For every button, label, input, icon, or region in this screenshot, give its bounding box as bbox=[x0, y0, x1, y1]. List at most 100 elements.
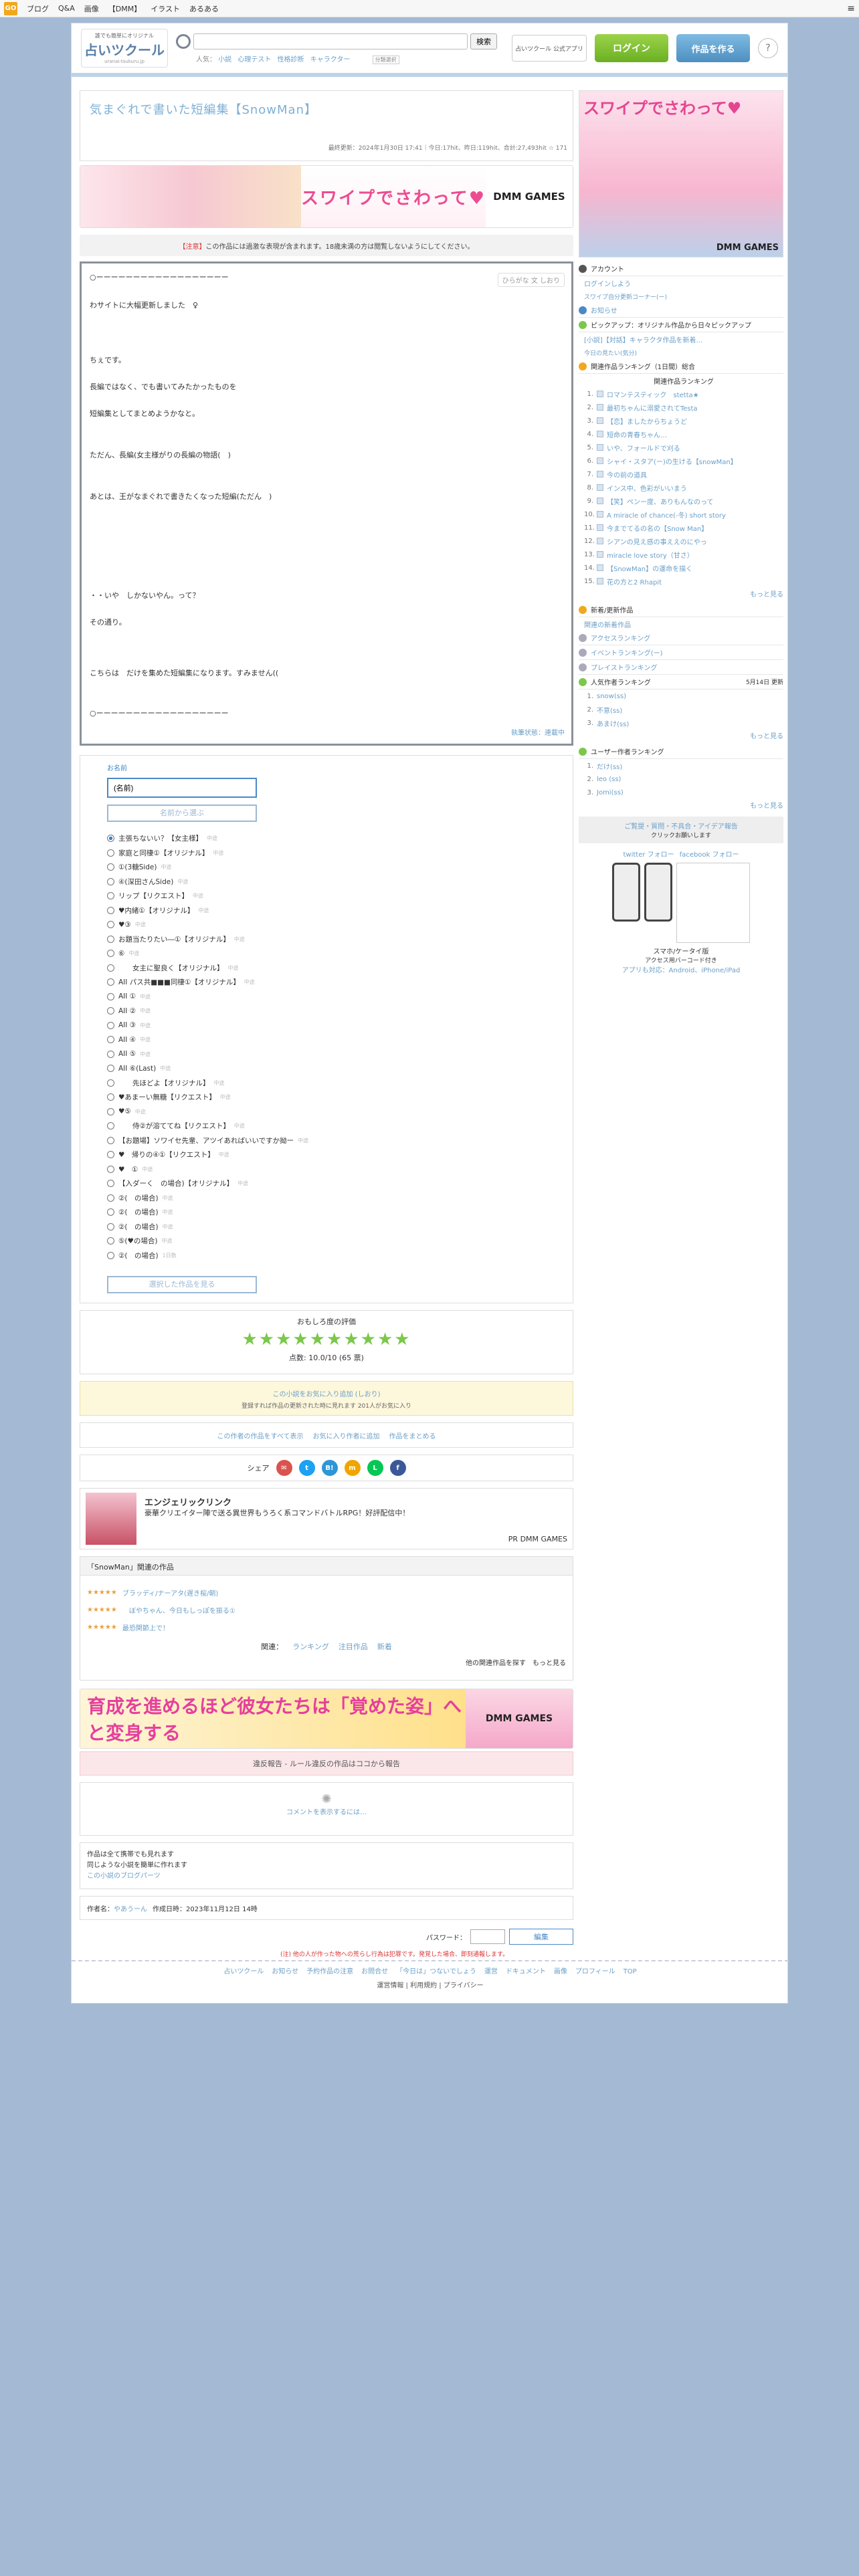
rank-item[interactable]: 13. miracle love story（甘さ） bbox=[579, 548, 783, 561]
notice-link[interactable]: お知らせ bbox=[591, 305, 617, 315]
radio-button[interactable] bbox=[107, 1208, 114, 1216]
related-item-link[interactable]: ぼやちゃん、今日もしっぽを振る① bbox=[122, 1605, 235, 1615]
author-rank-more[interactable]: もっと見る bbox=[579, 730, 783, 744]
facebook-icon[interactable]: f bbox=[389, 1460, 406, 1476]
view-selected-button[interactable]: 選択した作品を見る bbox=[107, 1276, 257, 1293]
topbar-link-aruaru[interactable]: あるある bbox=[189, 3, 219, 14]
new-link[interactable]: 新着 bbox=[377, 1641, 392, 1652]
create-work-button[interactable]: 作品を作る bbox=[676, 34, 750, 62]
rank-item-link[interactable]: 【恋】ましたからちょうど bbox=[607, 416, 687, 426]
author-rank-item[interactable]: あまけ(ss) bbox=[597, 718, 629, 728]
story-status[interactable]: 執筆状態：連載中 bbox=[511, 727, 565, 737]
rating-star-icon[interactable]: ★ bbox=[394, 1329, 411, 1350]
twitter-icon[interactable]: t bbox=[298, 1460, 315, 1476]
favorite-link[interactable]: この小説をお気に入り追加 (しおり) bbox=[80, 1388, 573, 1398]
footer-link[interactable]: お知らせ bbox=[272, 1968, 298, 1975]
rank-item-link[interactable]: miracle love story（甘さ） bbox=[607, 550, 694, 560]
chapter-option[interactable]: ♥内緒①【オリジナル】 中途 bbox=[107, 903, 546, 918]
ad-banner-bottom[interactable]: 育成を進めるほど彼女たちは「覚めた姿」へと変身する DMM GAMES bbox=[80, 1689, 573, 1749]
chapter-option[interactable]: AII パス共■■■同棲①【オリジナル】 中途 bbox=[107, 975, 546, 990]
login-link[interactable]: ログインしよう bbox=[584, 278, 631, 288]
ranking-link[interactable]: ランキング bbox=[292, 1641, 329, 1652]
rank-item-link[interactable]: 花の方と2 Rhapit bbox=[607, 576, 662, 586]
rating-star-icon[interactable]: ★ bbox=[377, 1329, 394, 1350]
event-ranking-link[interactable]: イベントランキング(ー) bbox=[591, 647, 663, 657]
ad-banner-top[interactable]: スワイプでさわって♥ DMM GAMES bbox=[80, 165, 573, 228]
rank-item[interactable]: 7. 今の前の道具 bbox=[579, 467, 783, 481]
rating-star-icon[interactable]: ★ bbox=[326, 1329, 343, 1350]
rank-item-link[interactable]: シアンの見え感の事ええのにやっ bbox=[607, 536, 707, 546]
help-icon[interactable]: ? bbox=[758, 38, 778, 58]
radio-button[interactable] bbox=[107, 1079, 114, 1087]
radio-button[interactable] bbox=[107, 1136, 114, 1144]
rank-item[interactable]: 4. 短命の青春ちゃん… bbox=[579, 427, 783, 441]
topbar-link-qa[interactable]: Q&A bbox=[58, 4, 75, 13]
topbar-link-illust[interactable]: イラスト bbox=[151, 3, 180, 14]
chapter-option[interactable]: リップ【リクエスト】 中途 bbox=[107, 889, 546, 903]
password-input[interactable] bbox=[470, 1929, 505, 1944]
rank-item-link[interactable]: 最初ちゃんに溺愛されてTesta bbox=[607, 403, 698, 413]
chapter-option[interactable]: ♥ ① 中途 bbox=[107, 1162, 546, 1177]
play-ranking-link[interactable]: プレイストランキング bbox=[591, 662, 657, 672]
reader-tools[interactable]: ひらがな 文 しおり bbox=[497, 273, 565, 287]
chapter-option[interactable]: ④(深田さんSide) 中途 bbox=[107, 875, 546, 889]
rank-item[interactable]: 1. ロマンテスティック stetta★ bbox=[579, 387, 783, 401]
rank-item[interactable]: 5. いや、フォールドで刈る bbox=[579, 441, 783, 454]
chapter-option[interactable]: 侍②が溶ててね【リクエスト】 中途 bbox=[107, 1119, 546, 1134]
author-name-link[interactable]: やあうーん bbox=[114, 1903, 147, 1913]
radio-button[interactable] bbox=[107, 1251, 114, 1259]
chapter-option[interactable]: AII ② 中途 bbox=[107, 1004, 546, 1018]
rank-item-link[interactable]: 【SnowMan】の運命を描く bbox=[607, 563, 692, 573]
chapter-option[interactable]: AII ① 中途 bbox=[107, 990, 546, 1004]
new-link[interactable]: 関連の新着作品 bbox=[584, 619, 631, 629]
rating-star-icon[interactable]: ★ bbox=[310, 1329, 326, 1350]
topbar-link-dmm[interactable]: 【DMM】 bbox=[108, 3, 141, 14]
favorite-box[interactable]: この小説をお気に入り追加 (しおり) 登録すれば作品の更新された時に見れます 2… bbox=[80, 1381, 573, 1416]
rank-item-link[interactable]: 今の前の道具 bbox=[607, 469, 647, 479]
footer-link[interactable]: プロフィール bbox=[575, 1968, 615, 1975]
radio-button[interactable] bbox=[107, 1021, 114, 1029]
rank-item-link[interactable]: A miracle of chance(-冬) short story bbox=[607, 510, 726, 520]
chapter-option[interactable]: ②( の場合) 1日数 bbox=[107, 1249, 546, 1263]
choose-name-button[interactable]: 名前から選ぶ bbox=[107, 804, 257, 822]
chapter-option[interactable]: ②( の場合) 中途 bbox=[107, 1220, 546, 1235]
chapter-option[interactable]: お題当たりたい―①【オリジナル】 中途 bbox=[107, 932, 546, 947]
hint-link-personality[interactable]: 性格診断 bbox=[278, 56, 304, 64]
chapter-option[interactable]: ♥ 帰りの④①【リクエスト】 中途 bbox=[107, 1148, 546, 1162]
radio-button[interactable] bbox=[107, 906, 114, 914]
chapter-option[interactable]: ⑥ 中途 bbox=[107, 946, 546, 961]
featured-link[interactable]: 注目作品 bbox=[339, 1641, 368, 1652]
rank-item-link[interactable]: 短命の青春ちゃん… bbox=[607, 429, 667, 439]
rating-star-icon[interactable]: ★ bbox=[259, 1329, 276, 1350]
line-icon[interactable]: L bbox=[367, 1460, 383, 1476]
access-ranking-link[interactable]: アクセスランキング bbox=[591, 633, 650, 643]
rank-item-link[interactable]: 今までてるの名の【Snow Man】 bbox=[607, 523, 708, 533]
related-item-link[interactable]: ブラッディ/ナーアタ(遅き桜/朝) bbox=[122, 1588, 218, 1598]
radio-button[interactable] bbox=[107, 1180, 114, 1188]
rank-item-link[interactable]: ロマンテスティック stetta★ bbox=[607, 389, 699, 399]
hint-link-novel[interactable]: 小説 bbox=[218, 56, 231, 64]
radio-button[interactable] bbox=[107, 1050, 114, 1058]
report-bar[interactable]: 違反報告 - ルール違反の作品はココから報告 bbox=[80, 1751, 573, 1776]
chapter-option[interactable]: ②( の場合) 中途 bbox=[107, 1205, 546, 1220]
radio-button[interactable] bbox=[107, 1151, 114, 1159]
rank-item-link[interactable]: インス中、色彩がいいまう bbox=[607, 483, 687, 493]
radio-button[interactable] bbox=[107, 950, 114, 958]
app-link[interactable]: アプリも対応：Android、iPhone/iPad bbox=[579, 964, 783, 974]
chapter-option[interactable]: ♥⑤ 中途 bbox=[107, 1105, 546, 1119]
search-option-button[interactable]: 分類選択 bbox=[372, 55, 399, 64]
radio-button[interactable] bbox=[107, 1222, 114, 1230]
radio-button[interactable] bbox=[107, 892, 114, 900]
rank-item[interactable]: 8. インス中、色彩がいいまう bbox=[579, 481, 783, 494]
hint-link-character[interactable]: キャラクター bbox=[310, 56, 351, 64]
rating-stars[interactable]: ★★★★★★★★★★ bbox=[80, 1329, 573, 1350]
chapter-option[interactable]: AII ③ 中途 bbox=[107, 1018, 546, 1033]
rank-item[interactable]: 10. A miracle of chance(-冬) short story bbox=[579, 508, 783, 521]
chapter-option[interactable]: 主張ちないい？【女主様】 中途 bbox=[107, 831, 546, 846]
comment-link[interactable]: コメントを表示するには… bbox=[80, 1806, 573, 1816]
radio-button[interactable] bbox=[107, 1194, 114, 1202]
rank-item[interactable]: 14. 【SnowMan】の運命を描く bbox=[579, 561, 783, 574]
collect-works-link[interactable]: 作品をまとめる bbox=[389, 1430, 436, 1440]
radio-button[interactable] bbox=[107, 1065, 114, 1073]
chapter-option[interactable]: ①(3糖Side) 中途 bbox=[107, 860, 546, 875]
